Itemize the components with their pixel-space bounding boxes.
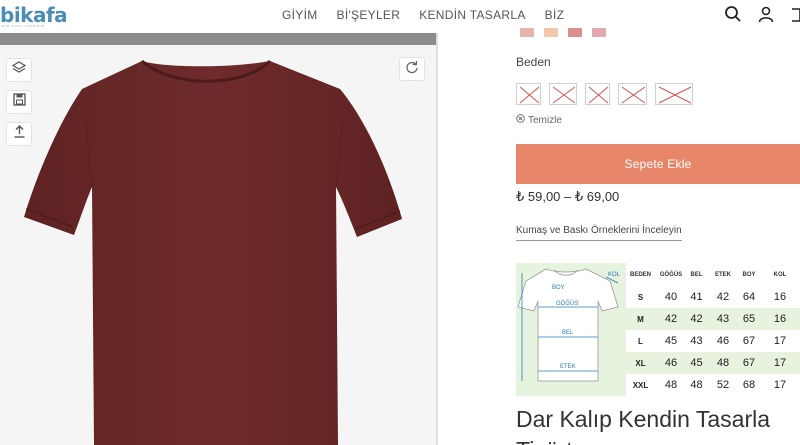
size-option-xl[interactable] [618,83,647,105]
size-chart: BOY GÖĞÜS BEL ETEK KOL BEDEN GÖĞÜS BEL E… [516,263,800,396]
product-title: Dar Kalıp Kendin Tasarla [516,406,770,432]
size-option-s[interactable] [516,83,541,105]
tshirt-preview[interactable] [20,59,420,445]
logo-tagline: BİR KAFA TASARIM [2,24,46,28]
table-cell: M [624,308,657,330]
nav-item-kendin-tasarla[interactable]: KENDİN TASARLA [419,8,525,22]
table-cell: 42 [716,291,730,303]
product-title-line2: Tişört [516,437,573,445]
size-chart-diagram: BOY GÖĞÜS BEL ETEK KOL [516,263,626,396]
tshirt-body [24,61,402,445]
clear-selection-link[interactable]: Temizle [516,114,562,126]
product-panel: Beden Temizle Sepete Ekle ₺ 59,00 – ₺ 69… [516,28,800,445]
table-cell: 43 [690,335,703,347]
table-cell: 16 [760,308,800,330]
column-header: BEL [690,271,703,278]
color-swatch[interactable] [544,28,558,37]
price-range: ₺ 59,00 – ₺ 69,00 [516,189,620,204]
user-icon[interactable] [757,5,775,23]
diagram-label-kol: KOL [608,272,621,278]
search-icon[interactable] [724,5,742,23]
table-cell: XL [624,352,657,374]
designer-toolbar-strip [0,33,436,45]
table-cell: 65 [738,308,760,330]
table-cell: 17 [760,352,800,374]
table-cell: 48 [690,379,703,391]
close-circle-icon [516,114,525,126]
table-cell: 64 [742,291,756,303]
cart-icon[interactable] [790,5,800,23]
color-swatch[interactable] [592,28,606,37]
size-chart-table: BEDEN GÖĞÜS BEL ETEK BOY KOL S 40 41 42 … [624,263,800,396]
column-header: BOY [742,271,756,278]
table-cell: 43 [708,308,738,330]
column-header: BEDEN [629,271,651,278]
column-header: GÖĞÜS [659,271,683,278]
table-cell: 52 [716,379,730,391]
nav-item-biz[interactable]: BİZ [545,8,565,22]
nav-item-biseyler[interactable]: Bİ'ŞEYLER [337,8,401,22]
diagram-label-bel: BEL [562,330,574,336]
size-option-m[interactable] [549,83,577,105]
table-cell: 67 [738,352,760,374]
color-swatch[interactable] [520,28,534,37]
table-cell: 42 [657,308,685,330]
size-option-xxl[interactable] [655,83,693,105]
header-icons [724,5,800,23]
table-cell: 45 [685,352,708,374]
site-header: bikafa BİR KAFA TASARIM GİYİM Bİ'ŞEYLER … [0,0,800,33]
table-row: XL 46 45 48 67 17 [624,352,800,374]
table-cell: 16 [773,291,787,303]
designer-canvas[interactable] [0,33,436,445]
table-cell: 46 [657,352,685,374]
column-header: KOL [773,271,787,278]
color-swatch[interactable] [568,28,582,37]
table-cell: S [637,292,644,302]
size-option-l[interactable] [585,83,610,105]
table-row: S 40 41 42 64 16 [624,286,800,308]
table-header-row: BEDEN GÖĞÜS BEL ETEK BOY KOL [624,263,800,286]
table-cell: 48 [664,379,678,391]
column-header: ETEK [714,271,731,278]
table-cell: 45 [664,335,678,347]
size-options [516,83,693,105]
table-row: L 45 43 46 67 17 [624,330,800,352]
size-label: Beden [516,55,551,69]
table-cell: 48 [708,352,738,374]
table-cell: 41 [690,291,703,303]
color-swatches [520,28,606,37]
table-cell: 68 [742,379,756,391]
table-cell: 67 [742,335,756,347]
table-cell: L [638,336,643,346]
diagram-label-gogus: GÖĞÜS [556,300,578,307]
table-cell: 17 [773,379,787,391]
table-cell: XXL [632,380,649,390]
main-nav: GİYİM Bİ'ŞEYLER KENDİN TASARLA BİZ [282,8,583,22]
nav-item-giyim[interactable]: GİYİM [282,8,318,22]
table-cell: 42 [685,308,708,330]
clear-label: Temizle [528,114,562,126]
table-cell: 40 [664,291,678,303]
table-row: XXL 48 48 52 68 17 [624,374,800,396]
table-cell: 46 [716,335,730,347]
add-to-cart-button[interactable]: Sepete Ekle [516,144,800,184]
fabric-samples-link[interactable]: Kumaş ve Baskı Örneklerini İnceleyin [516,225,682,241]
table-row: M 42 42 43 65 16 [624,308,800,330]
table-cell: 17 [773,335,787,347]
diagram-label-etek: ETEK [560,364,576,370]
panel-divider [436,33,438,445]
diagram-label-boy: BOY [552,285,565,291]
